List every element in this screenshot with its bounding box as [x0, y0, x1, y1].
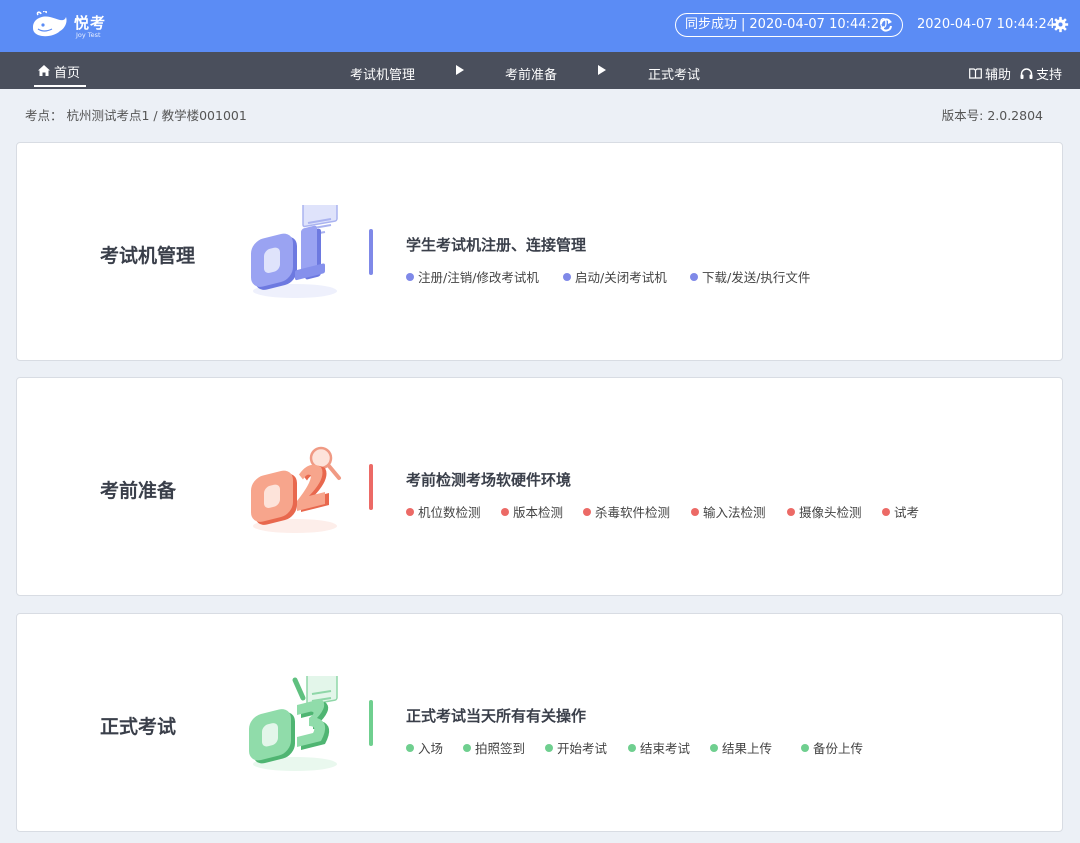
feature-label: 启动/关闭考试机 [575, 270, 667, 285]
feature-item: 结束考试 [628, 738, 690, 757]
card-formal-exam[interactable]: 正式考试 正式考试当天所有有关操作 入场 拍照签到 开始考试 结束考试 结果上传… [16, 613, 1063, 832]
support-label: 支持 [1036, 68, 1063, 83]
sync-time: 2020-04-07 10:44:20 [749, 17, 888, 32]
nav-home-label: 首页 [54, 66, 81, 81]
app-logo: 悦考 Joy Test [30, 9, 120, 43]
number-03-illustration-icon [249, 676, 338, 771]
feature-item: 杀毒软件检测 [583, 502, 670, 521]
card-machine-management[interactable]: 考试机管理 学生考试机注册、连接管理 注册/注销/修改考试机 启动/关闭考试机 … [16, 142, 1063, 361]
nav-home-tab[interactable]: 首页 [34, 52, 86, 87]
card-title: 考前准备 [100, 480, 177, 502]
home-icon [38, 65, 50, 76]
nav-step-pre-exam[interactable]: 考前准备 [505, 64, 557, 83]
book-icon [969, 68, 982, 79]
feature-label: 摄像头检测 [799, 505, 862, 520]
bullet-dot-icon [406, 507, 414, 516]
support-button[interactable]: 支持 [1020, 64, 1062, 83]
sync-separator: | [741, 17, 746, 32]
nav-arrow-icon [598, 65, 606, 75]
bullet-dot-icon [545, 743, 553, 752]
card-accent-bar [369, 229, 373, 275]
feature-item: 开始考试 [545, 738, 607, 757]
card-heading: 考前检测考场软硬件环境 [406, 471, 572, 489]
bullet-dot-icon [563, 272, 571, 281]
whale-logo-icon [33, 11, 67, 37]
feature-label: 结束考试 [640, 741, 691, 756]
feature-item: 下载/发送/执行文件 [690, 267, 810, 286]
number-01-illustration-icon [251, 205, 338, 298]
feature-label: 试考 [894, 505, 920, 520]
feature-item: 启动/关闭考试机 [563, 267, 667, 286]
bullet-dot-icon [691, 507, 699, 516]
bullet-dot-icon [406, 743, 414, 752]
current-time: 2020-04-07 10:44:24 [917, 17, 1056, 32]
feature-label: 注册/注销/修改考试机 [418, 270, 539, 285]
card-pre-exam[interactable]: 考前准备 考前检测考场软硬件环境 机位数检测 版本检测 杀毒软件检测 输入法检测… [16, 377, 1063, 596]
card-accent-bar [369, 464, 373, 510]
bullet-dot-icon [463, 743, 471, 752]
card-title: 考试机管理 [100, 245, 196, 267]
bullet-dot-icon [406, 272, 414, 281]
help-label: 辅助 [985, 68, 1012, 83]
bullet-dot-icon [882, 507, 890, 516]
nav-step-machine-management[interactable]: 考试机管理 [350, 64, 415, 83]
help-button[interactable]: 辅助 [969, 64, 1011, 83]
feature-label: 入场 [418, 741, 444, 756]
bullet-dot-icon [801, 743, 809, 752]
refresh-icon[interactable] [878, 17, 894, 33]
feature-label: 杀毒软件检测 [595, 505, 671, 520]
card-heading: 学生考试机注册、连接管理 [406, 236, 587, 254]
feature-item: 入场 [406, 738, 443, 757]
headset-icon [1020, 67, 1033, 79]
feature-label: 版本检测 [513, 505, 564, 520]
bullet-dot-icon [710, 743, 718, 752]
nav-arrow-icon [456, 65, 464, 75]
card-heading: 正式考试当天所有有关操作 [406, 707, 587, 725]
card-title: 正式考试 [100, 716, 177, 738]
top-bar: 悦考 Joy Test 同步成功 | 2020-04-07 10:44:20 202… [0, 0, 1080, 52]
feature-item: 注册/注销/修改考试机 [406, 267, 539, 286]
feature-label: 开始考试 [557, 741, 608, 756]
feature-label: 备份上传 [813, 741, 864, 756]
feature-label: 结果上传 [722, 741, 773, 756]
sync-status-text: 同步成功 [685, 17, 738, 32]
bullet-dot-icon [628, 743, 636, 752]
number-02-illustration-icon [251, 446, 341, 533]
version-number: 版本号: 2.0.2804 [941, 108, 1043, 123]
feature-item: 机位数检测 [406, 502, 481, 521]
app-title: 悦考 [74, 14, 107, 32]
feature-label: 机位数检测 [418, 505, 481, 520]
sync-status-pill[interactable]: 同步成功 | 2020-04-07 10:44:20 [675, 13, 903, 37]
exam-site-info: 考点： 杭州测试考点1 / 教学楼001001 [25, 108, 247, 123]
feature-item: 摄像头检测 [787, 502, 862, 521]
bullet-dot-icon [787, 507, 795, 516]
feature-label: 输入法检测 [703, 505, 766, 520]
app-subtitle: Joy Test [76, 31, 101, 39]
feature-label: 拍照签到 [475, 741, 526, 756]
feature-item: 备份上传 [801, 738, 863, 757]
nav-bar: 首页 考试机管理 考前准备 正式考试 辅助 支持 [0, 52, 1080, 89]
feature-item: 版本检测 [501, 502, 563, 521]
card-accent-bar [369, 700, 373, 746]
feature-item: 输入法检测 [691, 502, 766, 521]
feature-item: 结果上传 [710, 738, 772, 757]
feature-item: 拍照签到 [463, 738, 525, 757]
feature-label: 下载/发送/执行文件 [702, 270, 811, 285]
bullet-dot-icon [583, 507, 591, 516]
bullet-dot-icon [501, 507, 509, 516]
nav-step-formal-exam[interactable]: 正式考试 [648, 64, 700, 83]
bullet-dot-icon [690, 272, 698, 281]
feature-item: 试考 [882, 502, 919, 521]
gear-icon[interactable] [1052, 16, 1069, 33]
